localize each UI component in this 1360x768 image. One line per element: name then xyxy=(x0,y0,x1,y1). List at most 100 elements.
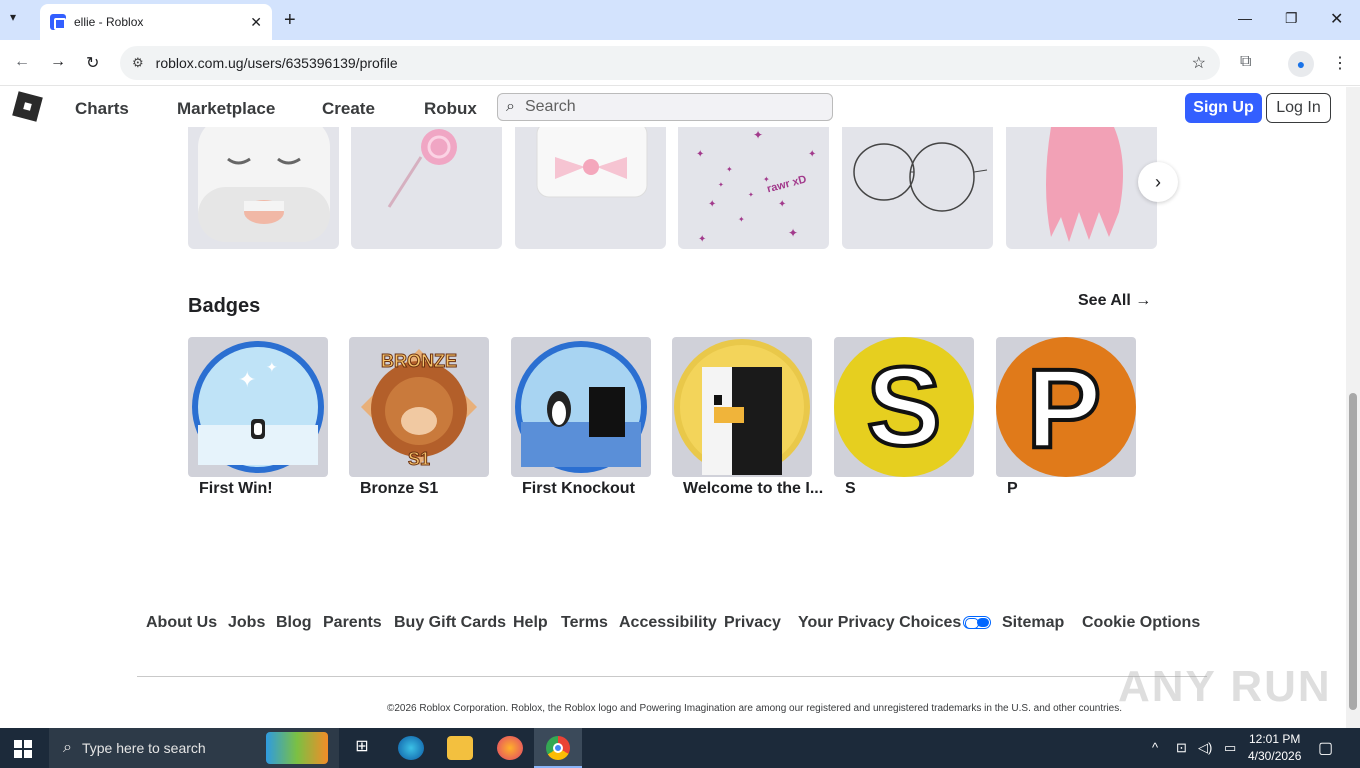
forward-arrow-icon[interactable]: → xyxy=(50,53,66,71)
badge-bronze-s1[interactable]: BRONZE S1 xyxy=(349,337,489,477)
badge-welcome[interactable] xyxy=(672,337,812,477)
svg-text:✦: ✦ xyxy=(726,165,733,174)
url-text: roblox.com.ug/users/635396139/profile xyxy=(155,55,398,71)
nav-robux[interactable]: Robux xyxy=(424,99,477,119)
reload-icon[interactable]: ↻ xyxy=(86,53,99,73)
bronze-text: BRONZE xyxy=(381,351,457,371)
badge-first-win[interactable]: ✦ ✦ xyxy=(188,337,328,477)
footer-link-buy-gift-cards[interactable]: Buy Gift Cards xyxy=(394,614,506,632)
windows-start-icon[interactable] xyxy=(14,740,32,758)
marshmallow-face-image xyxy=(198,127,330,242)
item-sparkles-tile[interactable]: ✦ ✦ ✦ ✦ ✦ ✦ ✦ ✦ ✦ ✦ ✦ ✦ rawr xD xyxy=(678,127,829,249)
menu-dots-icon[interactable]: ⋮ xyxy=(1332,53,1348,73)
scrollbar-thumb[interactable] xyxy=(1349,393,1357,710)
network-icon[interactable]: ▭ xyxy=(1224,740,1236,756)
back-arrow-icon[interactable]: ← xyxy=(14,53,30,71)
carousel-next-chevron-icon[interactable]: › xyxy=(1138,162,1178,202)
new-tab-plus-icon[interactable]: + xyxy=(284,9,296,32)
taskbar-search-icon: ⌕ xyxy=(63,739,72,756)
s-badge-image: S xyxy=(834,337,974,477)
bookmark-star-icon[interactable]: ☆ xyxy=(1192,53,1206,73)
volume-icon[interactable]: ◁) xyxy=(1198,740,1212,756)
address-bar[interactable]: ⚙ roblox.com.ug/users/635396139/profile … xyxy=(120,46,1220,80)
footer-link-parents[interactable]: Parents xyxy=(323,614,382,632)
item-pillow-bow-tile[interactable] xyxy=(515,127,666,249)
site-settings-icon[interactable]: ⚙ xyxy=(132,55,144,71)
badges-heading: Badges xyxy=(188,295,261,317)
item-pink-hair-tile[interactable] xyxy=(1006,127,1157,249)
footer-link-blog[interactable]: Blog xyxy=(276,614,312,632)
notification-icon[interactable]: ▢ xyxy=(1318,738,1333,758)
extensions-puzzle-icon[interactable]: ⧉ xyxy=(1240,53,1251,71)
roblox-header: Charts Marketplace Create Robux ⌕ Search… xyxy=(0,87,1350,127)
footer-link-about-us[interactable]: About Us xyxy=(146,614,217,632)
footer-link-jobs[interactable]: Jobs xyxy=(228,614,265,632)
log-in-button[interactable]: Log In xyxy=(1266,93,1331,123)
badge-label[interactable]: Bronze S1 xyxy=(360,480,490,498)
close-window-icon[interactable]: ✕ xyxy=(1330,9,1343,29)
footer-link-privacy[interactable]: Privacy xyxy=(724,614,781,632)
see-all-link[interactable]: See All → xyxy=(1078,292,1151,310)
taskbar-search-placeholder: Type here to search xyxy=(81,740,206,756)
system-clock[interactable]: 12:01 PM 4/30/2026 xyxy=(1248,731,1301,765)
badge-s[interactable]: S xyxy=(834,337,974,477)
restore-icon[interactable]: ❐ xyxy=(1285,10,1298,27)
badge-label[interactable]: First Win! xyxy=(199,480,329,498)
search-highlight-image xyxy=(266,732,328,764)
item-face-tile[interactable] xyxy=(188,127,339,249)
badge-first-knockout[interactable] xyxy=(511,337,651,477)
search-input[interactable]: ⌕ Search xyxy=(497,93,833,121)
nav-charts[interactable]: Charts xyxy=(75,99,129,119)
svg-text:✦: ✦ xyxy=(718,181,724,189)
s-letter: S xyxy=(867,344,942,469)
tab-list-chevron-icon[interactable]: ▾ xyxy=(10,10,16,24)
sparkles-image: ✦✦ ✦✦ ✦✦ ✦✦ ✦✦ ✦✦ rawr xD xyxy=(696,128,816,245)
copyright-text: ©2026 Roblox Corporation. Roblox, the Ro… xyxy=(387,703,1123,714)
tab-title: ellie - Roblox xyxy=(74,15,144,29)
browser-toolbar: ← → ↻ ⚙ roblox.com.ug/users/635396139/pr… xyxy=(0,40,1360,86)
sign-up-button[interactable]: Sign Up xyxy=(1185,93,1262,123)
search-icon: ⌕ xyxy=(506,98,515,115)
roblox-logo-icon[interactable] xyxy=(12,91,43,122)
bronze-s1-badge-image: BRONZE S1 xyxy=(361,349,477,470)
roblox-favicon-icon xyxy=(50,14,66,30)
tray-device-icon[interactable]: ⊡ xyxy=(1176,740,1187,756)
file-explorer-icon[interactable] xyxy=(447,736,473,760)
svg-text:✦: ✦ xyxy=(266,359,278,375)
footer-link-privacy-choices[interactable]: Your Privacy Choices xyxy=(798,614,992,632)
privacy-choices-icon xyxy=(963,616,992,630)
edge-icon[interactable] xyxy=(398,736,424,760)
arrow-right-icon: → xyxy=(1135,292,1152,309)
first-knockout-badge-image xyxy=(515,341,647,473)
s1-text: S1 xyxy=(408,449,430,469)
tray-chevron-icon[interactable]: ^ xyxy=(1152,740,1158,755)
svg-text:✦: ✦ xyxy=(788,226,798,240)
badge-p[interactable]: P xyxy=(996,337,1136,477)
badge-label[interactable]: First Knockout xyxy=(522,480,652,498)
close-tab-icon[interactable]: ✕ xyxy=(250,14,262,31)
profile-avatar-icon[interactable]: ● xyxy=(1288,51,1314,77)
footer-link-accessibility[interactable]: Accessibility xyxy=(619,614,717,632)
minimize-icon[interactable]: — xyxy=(1238,10,1252,26)
browser-tab[interactable]: ellie - Roblox ✕ xyxy=(40,4,272,40)
chrome-taskbar-button[interactable] xyxy=(534,728,582,768)
nav-marketplace[interactable]: Marketplace xyxy=(177,99,275,119)
pink-hair-image xyxy=(1046,127,1123,242)
badge-label[interactable]: P xyxy=(1007,480,1137,498)
sparkles-caption: rawr xD xyxy=(766,173,808,195)
svg-text:✦: ✦ xyxy=(738,215,745,224)
task-view-icon[interactable]: ⊞ xyxy=(349,736,375,760)
badge-label[interactable]: S xyxy=(845,480,975,498)
firefox-icon[interactable] xyxy=(497,736,523,760)
footer-link-cookie-options[interactable]: Cookie Options xyxy=(1082,614,1200,632)
p-badge-image: P xyxy=(996,337,1136,477)
windows-taskbar: ⌕ Type here to search ⊞ ^ ⊡ ◁) ▭ 12:01 P… xyxy=(0,728,1360,768)
footer-link-help[interactable]: Help xyxy=(513,614,548,632)
footer-link-sitemap[interactable]: Sitemap xyxy=(1002,614,1064,632)
badge-label[interactable]: Welcome to the I... xyxy=(683,480,823,498)
nav-create[interactable]: Create xyxy=(322,99,375,119)
item-glasses-tile[interactable] xyxy=(842,127,993,249)
item-lollipop-tile[interactable] xyxy=(351,127,502,249)
svg-text:✦: ✦ xyxy=(778,199,786,210)
footer-link-terms[interactable]: Terms xyxy=(561,614,608,632)
